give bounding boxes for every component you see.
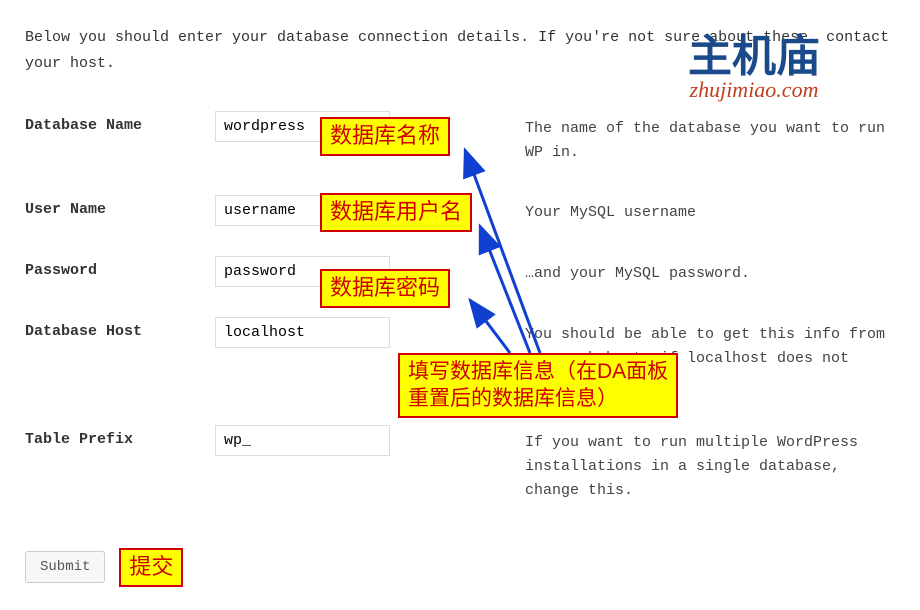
submit-button[interactable]: Submit bbox=[25, 551, 105, 583]
watermark-en: zhujimiao.com bbox=[688, 77, 820, 103]
desc-password: …and your MySQL password. bbox=[415, 256, 895, 286]
watermark: 主机庙 zhujimiao.com bbox=[688, 35, 820, 103]
label-database-host: Database Host bbox=[25, 317, 215, 340]
annotation-user-name: 数据库用户名 bbox=[320, 193, 472, 232]
annotation-password: 数据库密码 bbox=[320, 269, 450, 308]
watermark-cn: 主机庙 bbox=[688, 35, 820, 79]
label-database-name: Database Name bbox=[25, 111, 215, 134]
annotation-fill-info: 填写数据库信息（在DA面板 重置后的数据库信息） bbox=[398, 353, 678, 418]
desc-user-name: Your MySQL username bbox=[415, 195, 895, 225]
annotation-submit: 提交 bbox=[119, 548, 183, 587]
input-database-host[interactable] bbox=[215, 317, 390, 348]
label-password: Password bbox=[25, 256, 215, 279]
desc-database-name: The name of the database you want to run… bbox=[415, 111, 895, 165]
desc-table-prefix: If you want to run multiple WordPress in… bbox=[415, 425, 895, 503]
annotation-db-name: 数据库名称 bbox=[320, 117, 450, 156]
row-table-prefix: Table Prefix If you want to run multiple… bbox=[25, 425, 895, 503]
input-table-prefix[interactable] bbox=[215, 425, 390, 456]
label-table-prefix: Table Prefix bbox=[25, 425, 215, 448]
label-user-name: User Name bbox=[25, 195, 215, 218]
row-database-name: Database Name The name of the database y… bbox=[25, 111, 895, 165]
row-password: Password …and your MySQL password. bbox=[25, 256, 895, 287]
